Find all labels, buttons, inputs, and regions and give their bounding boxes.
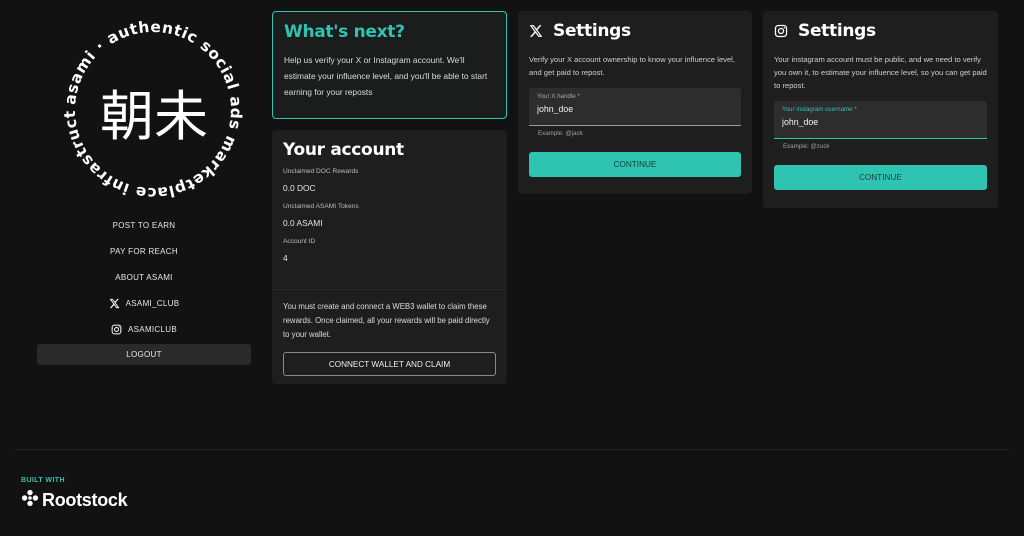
account-card: Your account Unclaimed DOC Rewards 0.0 D… <box>272 130 507 384</box>
rootstock-brand[interactable]: Rootstock <box>21 489 128 512</box>
instagram-settings-card: Settings Your instagram account must be … <box>763 11 998 208</box>
logout-label: LOGOUT <box>126 350 162 359</box>
instagram-icon <box>774 24 788 38</box>
nav-pay-for-reach[interactable]: PAY FOR REACH <box>37 238 251 264</box>
nav-label: ASAMI_CLUB <box>125 298 180 308</box>
instagram-username-field[interactable]: Your instagram username * <box>774 101 987 139</box>
instagram-settings-text: Your instagram account must be public, a… <box>774 55 987 90</box>
field-value: 0.0 ASAMI <box>283 218 323 228</box>
x-settings-card: Settings Verify your X account ownership… <box>518 11 752 194</box>
nav-instagram-link[interactable]: ASAMICLUB <box>37 316 251 342</box>
asami-logo[interactable]: asami · authentic social ads marketplace… <box>58 15 248 205</box>
account-field-doc: Unclaimed DOC Rewards 0.0 DOC <box>283 168 496 193</box>
instagram-continue-button[interactable]: CONTINUE <box>774 165 987 190</box>
field-label: Account ID <box>283 238 316 245</box>
field-value: 4 <box>283 253 288 263</box>
sidebar: asami · authentic social ads marketplace… <box>37 15 251 205</box>
instagram-username-helper: Example: @zuck <box>783 143 830 150</box>
logo-glyph: 朝未 <box>100 85 208 148</box>
instagram-icon <box>111 324 122 335</box>
field-value: 0.0 DOC <box>283 183 316 193</box>
x-handle-field[interactable]: Your X handle * <box>529 88 741 126</box>
logout-button[interactable]: LOGOUT <box>37 344 251 365</box>
account-field-id: Account ID 4 <box>283 238 496 263</box>
built-with-label: BUILT WITH <box>21 477 65 484</box>
field-label: Unclaimed ASAMI Tokens <box>283 203 359 210</box>
nav-label: PAY FOR REACH <box>110 246 178 256</box>
x-continue-button[interactable]: CONTINUE <box>529 152 741 177</box>
nav-x-link[interactable]: ASAMI_CLUB <box>37 290 251 316</box>
whats-next-card: What's next? Help us verify your X or In… <box>272 11 507 119</box>
rootstock-logo-icon <box>21 489 39 512</box>
footer-divider <box>15 449 1009 450</box>
x-icon <box>109 298 120 309</box>
field-label: Unclaimed DOC Rewards <box>283 168 359 175</box>
nav-label: ASAMICLUB <box>128 324 177 334</box>
nav-about-asami[interactable]: ABOUT ASAMI <box>37 264 251 290</box>
nav-post-to-earn[interactable]: POST TO EARN <box>37 212 251 238</box>
connect-wallet-button[interactable]: CONNECT WALLET AND CLAIM <box>283 352 496 376</box>
nav-label: POST TO EARN <box>112 220 176 230</box>
x-settings-text: Verify your X account ownership to know … <box>529 55 735 77</box>
instagram-username-label: Your instagram username * <box>782 106 857 113</box>
x-handle-input[interactable] <box>537 104 733 114</box>
x-handle-helper: Example: @jack <box>538 130 583 137</box>
rootstock-name: Rootstock <box>42 490 128 510</box>
claim-text: You must create and connect a WEB3 walle… <box>283 302 490 339</box>
whats-next-title: What's next? <box>284 22 405 42</box>
x-handle-label: Your X handle * <box>537 93 580 100</box>
x-settings-title: Settings <box>553 21 631 41</box>
instagram-username-input[interactable] <box>782 117 979 127</box>
account-title: Your account <box>283 140 404 160</box>
nav-label: ABOUT ASAMI <box>115 272 173 282</box>
account-field-asami: Unclaimed ASAMI Tokens 0.0 ASAMI <box>283 203 496 228</box>
sidebar-nav: POST TO EARN PAY FOR REACH ABOUT ASAMI A… <box>37 212 251 365</box>
x-icon <box>529 24 543 38</box>
instagram-settings-title: Settings <box>798 21 876 41</box>
whats-next-text: Help us verify your X or Instagram accou… <box>284 55 488 97</box>
